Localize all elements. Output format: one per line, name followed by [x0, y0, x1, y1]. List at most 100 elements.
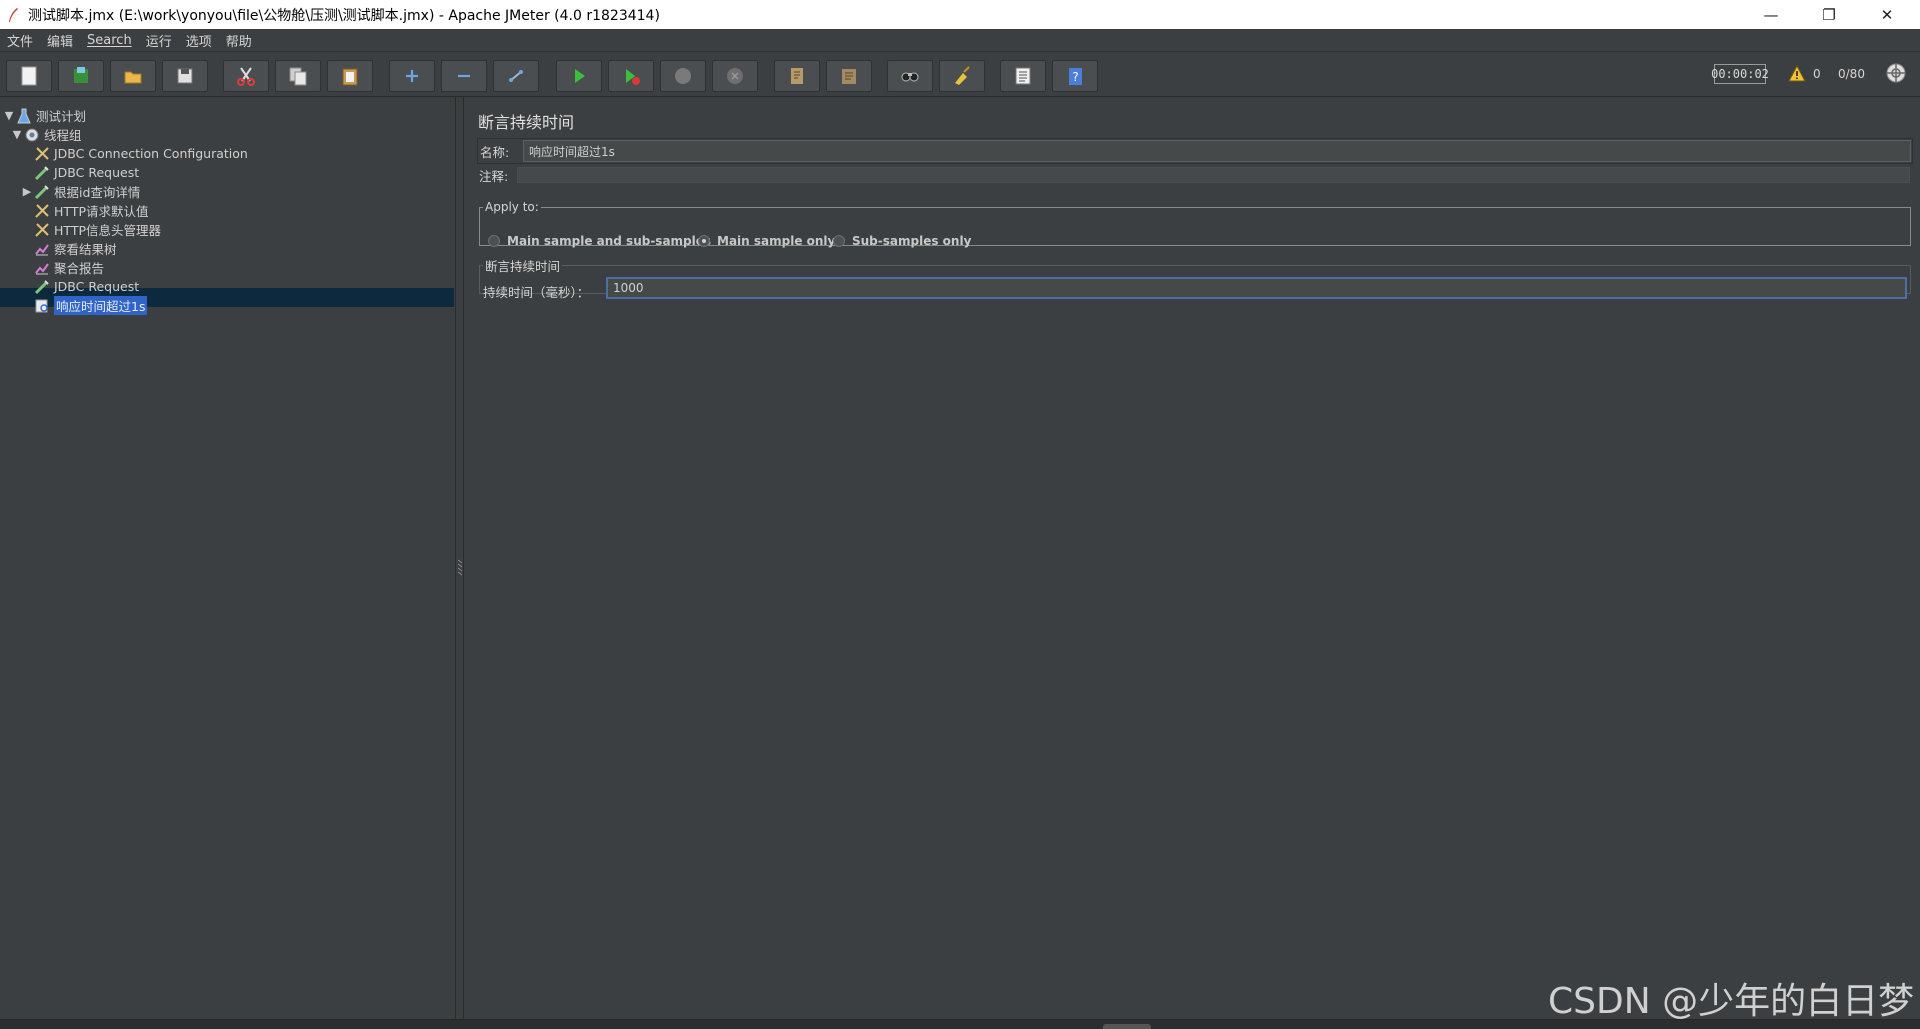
csdn-watermark: CSDN @少年的白日梦 [1548, 981, 1915, 1022]
comment-label: 注释: [479, 168, 509, 184]
radio-label: Main sample only [717, 234, 836, 248]
radio-main-only[interactable]: Main sample only [698, 234, 835, 248]
element-editor: 断言持续时间 名称: 响应时间超过1s 注释: Apply to: Main s… [465, 97, 1920, 1019]
name-row: 名称: 响应时间超过1s [477, 138, 1913, 164]
config-element-icon [33, 221, 51, 239]
expand-arrow-icon[interactable]: ▼ [11, 128, 23, 141]
radio-unchecked-icon [488, 235, 500, 247]
window-title: 测试脚本.jmx (E:\work\yonyou\file\公物舱\压测\测试脚… [28, 7, 660, 24]
tree-item-label: HTTP信息头管理器 [54, 223, 161, 238]
jmeter-feather-icon [9, 7, 18, 22]
stop-button[interactable] [660, 60, 706, 92]
comment-input[interactable] [517, 167, 1910, 183]
svg-text:?: ? [1072, 70, 1078, 84]
remote-stop-button[interactable] [826, 60, 872, 92]
help-button[interactable]: ? [1052, 60, 1098, 92]
open-button[interactable] [110, 60, 156, 92]
paste-button[interactable] [327, 60, 373, 92]
start-no-timers-icon [626, 69, 640, 85]
tree-item-duration-assertion[interactable]: 响应时间超过1s [33, 296, 148, 315]
tree-item-query-by-id[interactable]: ▶ 根据id查询详情 [21, 182, 140, 201]
menu-search[interactable]: Search [80, 33, 139, 48]
radio-unchecked-icon [833, 235, 845, 247]
duration-input[interactable]: 1000 [606, 277, 1907, 299]
sampler-icon [33, 183, 51, 201]
tree-item-label: JDBC Request [54, 165, 140, 180]
remote-start-button[interactable] [774, 60, 820, 92]
splitter-grip-icon [457, 559, 463, 576]
copy-button[interactable] [275, 60, 321, 92]
sampler-icon [33, 278, 51, 296]
search-button[interactable] [887, 60, 933, 92]
cut-button[interactable] [223, 60, 269, 92]
toggle-button[interactable] [493, 60, 539, 92]
menu-run[interactable]: 运行 [139, 31, 179, 50]
clear-icon [955, 66, 970, 85]
cut-icon [237, 67, 255, 86]
expand-icon [406, 70, 418, 82]
config-element-icon [33, 145, 51, 163]
save-button[interactable] [162, 60, 208, 92]
tree-item-http-header-manager[interactable]: HTTP信息头管理器 [33, 220, 161, 239]
tree-item-label: HTTP请求默认值 [54, 204, 149, 219]
clear-button[interactable] [939, 60, 985, 92]
shutdown-icon [727, 68, 743, 84]
menu-options[interactable]: 选项 [179, 31, 219, 50]
start-no-timers-button[interactable] [608, 60, 654, 92]
start-button[interactable] [556, 60, 602, 92]
expand-all-button[interactable] [389, 60, 435, 92]
tree-item-test-plan[interactable]: ▼ 测试计划 [3, 106, 86, 125]
radio-sub-only[interactable]: Sub-samples only [833, 234, 971, 248]
listener-icon [33, 259, 51, 277]
tree-item-label: 聚合报告 [54, 261, 105, 276]
editor-title: 断言持续时间 [478, 113, 575, 132]
toggle-icon [509, 70, 523, 82]
remote-stop-icon [842, 69, 856, 84]
new-icon [21, 66, 37, 86]
collapse-icon [458, 74, 470, 78]
tree-item-label: 线程组 [44, 128, 82, 143]
radio-label: Main sample and sub-samples [507, 234, 712, 248]
test-plan-tree: ▼ 测试计划 ▼ 线程组 JDBC Connection Configurati… [0, 97, 456, 1019]
menu-edit[interactable]: 编辑 [40, 31, 80, 50]
expand-arrow-icon[interactable]: ▼ [3, 109, 15, 122]
warning-icon[interactable] [1788, 65, 1806, 82]
radio-main-and-sub[interactable]: Main sample and sub-samples [488, 234, 711, 248]
radio-label: Sub-samples only [852, 234, 972, 248]
apply-to-group: Apply to: Main sample and sub-samples Ma… [479, 200, 1911, 248]
test-plan-icon [15, 107, 33, 125]
function-helper-button[interactable] [1000, 60, 1046, 92]
config-element-icon [33, 202, 51, 220]
collapse-all-button[interactable] [441, 60, 487, 92]
remote-hosts-icon[interactable] [1885, 62, 1907, 84]
tree-item-jdbc-request-2[interactable]: JDBC Request [33, 277, 139, 296]
minimize-icon: — [1763, 5, 1779, 24]
new-button[interactable] [6, 60, 52, 92]
restore-icon: ❐ [1822, 5, 1836, 24]
open-icon [124, 71, 142, 84]
apply-to-legend: Apply to: [485, 200, 539, 214]
tree-item-jdbc-config[interactable]: JDBC Connection Configuration [33, 144, 248, 163]
minimize-button[interactable]: — [1742, 0, 1800, 29]
collapse-arrow-icon[interactable]: ▶ [21, 185, 33, 198]
listener-icon [33, 240, 51, 258]
menu-help[interactable]: 帮助 [219, 31, 259, 50]
tree-item-label: 测试计划 [36, 109, 87, 124]
tree-item-thread-group[interactable]: ▼ 线程组 [11, 125, 82, 144]
tree-item-http-defaults[interactable]: HTTP请求默认值 [33, 201, 149, 220]
paste-icon [342, 68, 358, 86]
templates-icon [74, 67, 88, 83]
menu-file[interactable]: 文件 [0, 31, 40, 50]
radio-checked-icon [698, 235, 710, 247]
close-button[interactable]: ✕ [1858, 0, 1916, 29]
tree-item-aggregate-report[interactable]: 聚合报告 [33, 258, 104, 277]
assertion-icon [33, 297, 51, 315]
tree-item-view-results-tree[interactable]: 察看结果树 [33, 239, 117, 258]
templates-button[interactable] [58, 60, 104, 92]
duration-label: 持续时间（毫秒）： [483, 285, 590, 300]
shutdown-button[interactable] [712, 60, 758, 92]
name-input[interactable]: 响应时间超过1s [523, 140, 1911, 162]
tree-item-jdbc-request-1[interactable]: JDBC Request [33, 163, 139, 182]
restore-button[interactable]: ❐ [1800, 0, 1858, 29]
copy-icon [289, 67, 307, 86]
